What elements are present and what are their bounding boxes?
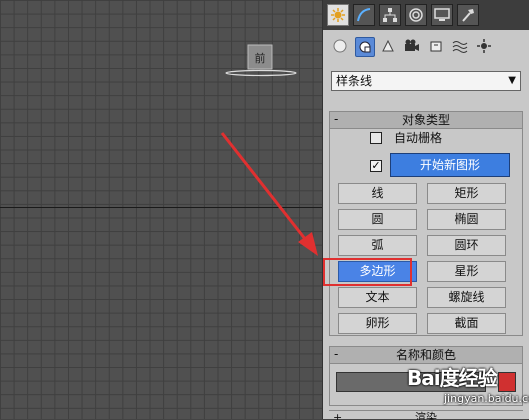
baidu-jingyan-watermark: Bai度经验 jingyan.baidu.com bbox=[389, 350, 529, 410]
subcategory-cameras[interactable] bbox=[403, 37, 423, 57]
create-subcategory-icons bbox=[323, 34, 529, 60]
helpers-icon bbox=[430, 41, 442, 52]
section-button[interactable]: 截面 bbox=[427, 313, 506, 334]
tab-modify[interactable] bbox=[353, 4, 375, 26]
subcategory-shapes[interactable] bbox=[355, 37, 375, 57]
viewport-perspective[interactable]: 前 bbox=[0, 0, 322, 419]
star-button[interactable]: 星形 bbox=[427, 261, 506, 282]
start-new-shape-checkbox[interactable]: ✓ bbox=[370, 160, 382, 172]
tab-utilities[interactable] bbox=[457, 4, 479, 26]
create-icon bbox=[331, 8, 345, 22]
watermark-url: jingyan.baidu.com bbox=[444, 392, 529, 405]
motion-icon bbox=[409, 8, 423, 22]
viewcube[interactable]: 前 bbox=[246, 43, 274, 71]
viewcube-label: 前 bbox=[255, 51, 266, 65]
object-type-rollout-header[interactable]: - 对象类型 bbox=[330, 112, 522, 129]
tab-create[interactable] bbox=[327, 4, 349, 26]
circle-button[interactable]: 圆 bbox=[338, 209, 417, 230]
systems-icon bbox=[477, 39, 491, 53]
tab-motion[interactable] bbox=[405, 4, 427, 26]
helix-button[interactable]: 螺旋线 bbox=[427, 287, 506, 308]
modify-icon bbox=[357, 8, 371, 22]
egg-button[interactable]: 卵形 bbox=[338, 313, 417, 334]
chevron-down-icon[interactable]: ▼ bbox=[508, 72, 516, 90]
cameras-icon bbox=[405, 39, 419, 51]
subcategory-systems[interactable] bbox=[475, 37, 495, 57]
line-button[interactable]: 线 bbox=[338, 183, 417, 204]
subcategory-geometry[interactable] bbox=[331, 37, 351, 57]
donut-button[interactable]: 圆环 bbox=[427, 235, 506, 256]
viewcube-compass-ring[interactable] bbox=[223, 69, 299, 77]
annotation-highlight-box bbox=[323, 258, 412, 286]
start-new-shape-button[interactable]: 开始新图形 bbox=[390, 153, 510, 177]
object-type-rollout: - 对象类型 自动栅格 ✓ 开始新图形 线 矩形 圆 椭圆 弧 圆环 多边形 星… bbox=[329, 111, 523, 336]
lights-icon bbox=[382, 39, 394, 52]
rectangle-button[interactable]: 矩形 bbox=[427, 183, 506, 204]
subcategory-spacewarps[interactable] bbox=[451, 37, 471, 57]
tab-display[interactable] bbox=[431, 4, 453, 26]
hierarchy-icon bbox=[383, 8, 397, 22]
autogrid-label: 自动栅格 bbox=[394, 131, 443, 145]
text-button[interactable]: 文本 bbox=[338, 287, 417, 308]
command-panel-tabs bbox=[323, 0, 529, 30]
shapes-icon bbox=[359, 41, 371, 53]
subcategory-helpers[interactable] bbox=[427, 37, 447, 57]
watermark-logo: Bai度经验 bbox=[407, 366, 498, 390]
grid-axis-line bbox=[0, 207, 322, 208]
category-value: 样条线 bbox=[336, 74, 373, 88]
spacewarps-icon bbox=[452, 41, 468, 53]
collapse-icon[interactable]: - bbox=[334, 347, 338, 362]
geometry-icon bbox=[333, 39, 347, 53]
arc-button[interactable]: 弧 bbox=[338, 235, 417, 256]
tab-hierarchy[interactable] bbox=[379, 4, 401, 26]
display-icon bbox=[434, 8, 450, 21]
object-type-title: 对象类型 bbox=[401, 113, 450, 127]
ellipse-button[interactable]: 椭圆 bbox=[427, 209, 506, 230]
utilities-icon bbox=[462, 9, 474, 22]
collapse-icon[interactable]: - bbox=[334, 112, 338, 127]
autogrid-checkbox[interactable] bbox=[370, 132, 382, 144]
category-dropdown[interactable]: 样条线 ▼ bbox=[331, 71, 521, 91]
subcategory-lights[interactable] bbox=[379, 37, 399, 57]
